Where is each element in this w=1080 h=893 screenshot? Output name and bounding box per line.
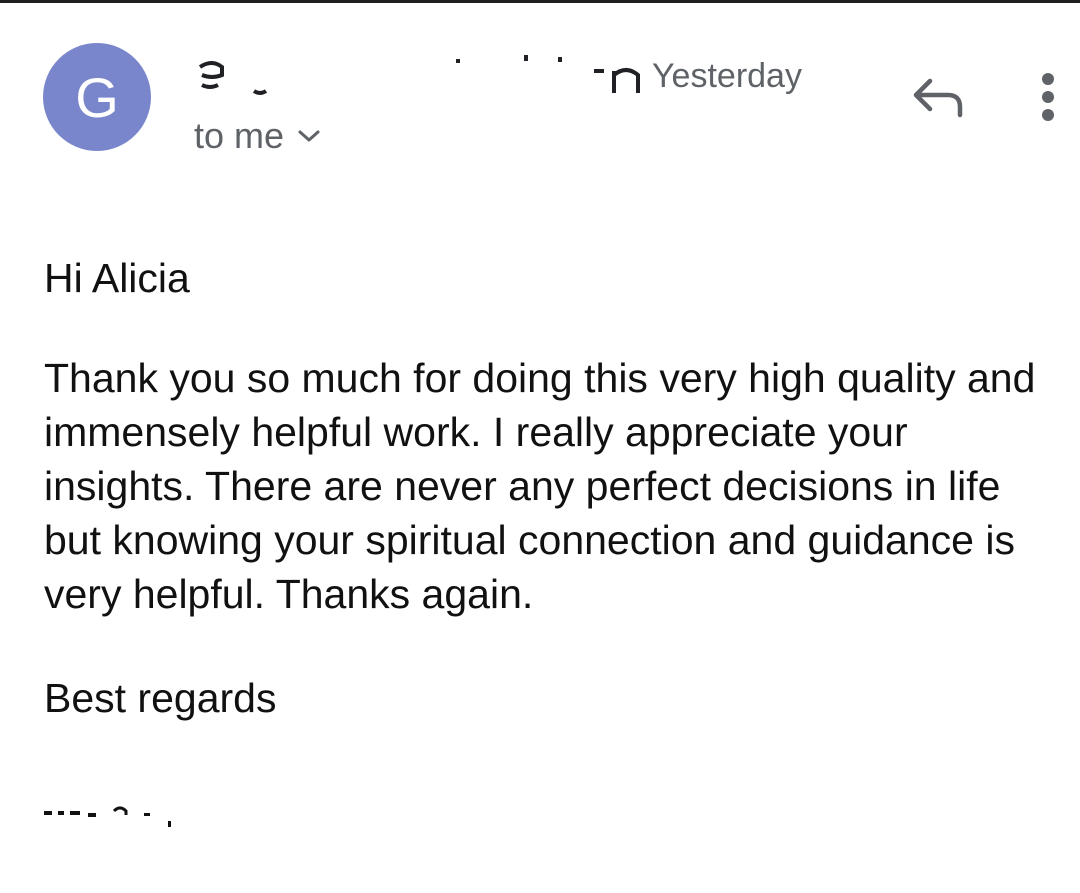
message-signoff: Best regards [44,675,277,721]
message-body: Hi Alicia Thank you so much for doing th… [44,251,1064,725]
more-vert-icon [1041,71,1055,128]
more-options-button[interactable] [1024,69,1072,129]
recipient-label: to me [194,115,285,156]
reply-button[interactable] [908,75,968,123]
sender-name-redacted[interactable] [194,53,654,112]
message-paragraph: Thank you so much for doing this very hi… [44,355,1036,617]
chevron-down-icon [294,121,324,151]
message-timestamp: Yesterday [652,57,802,95]
recipient-details-toggle[interactable]: to me [194,113,324,159]
email-message-view: G Yesterday to me Hi Alicia Thank you so… [0,0,1080,893]
message-greeting: Hi Alicia [44,255,190,301]
signature-redacted [44,801,184,831]
sender-avatar[interactable]: G [43,43,151,151]
sender-row: Yesterday [194,47,874,101]
redacted-name-fragments [198,55,640,95]
reply-icon [910,75,966,124]
avatar-letter: G [75,65,119,129]
